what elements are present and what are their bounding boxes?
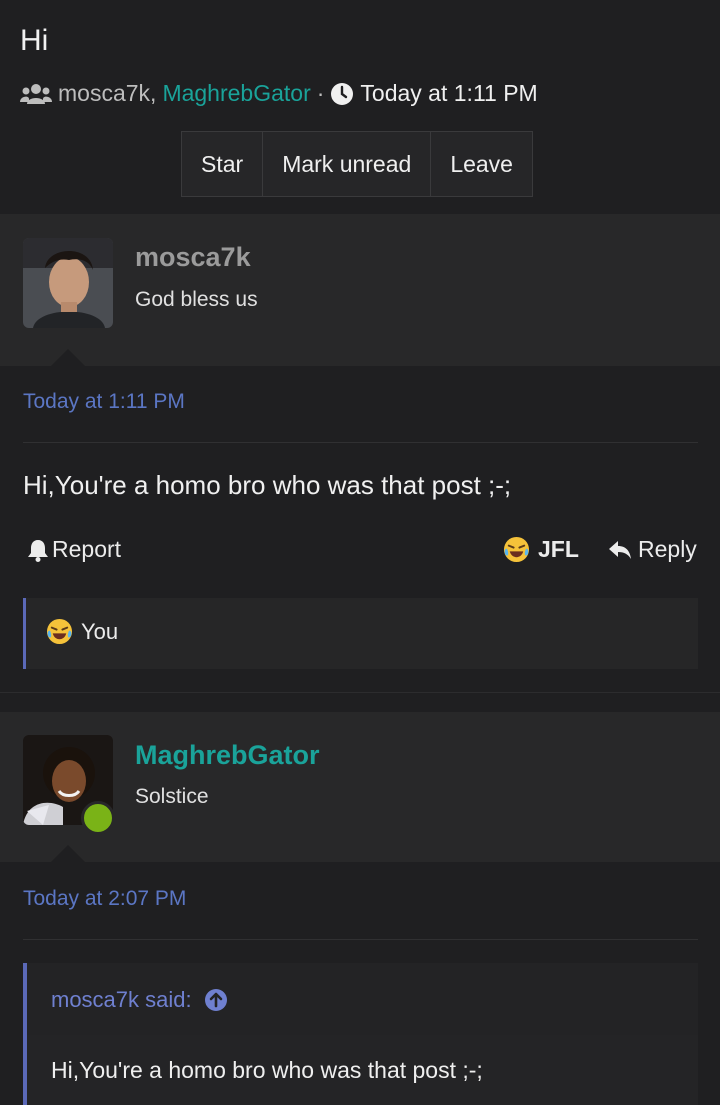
react-button[interactable]: JFL (503, 536, 579, 563)
star-button[interactable]: Star (182, 132, 264, 196)
reactions-text: You (81, 618, 119, 644)
reply-icon (609, 540, 631, 559)
message-user-header: mosca7k God bless us (0, 214, 720, 366)
quote-body: Hi,You're a homo bro who was that post ;… (51, 1057, 483, 1083)
message-divider (23, 442, 698, 443)
participant-mosca7k[interactable]: mosca7k, (58, 80, 156, 107)
bell-icon (28, 539, 48, 562)
reply-button[interactable]: Reply (608, 536, 697, 563)
user-arrow (51, 349, 85, 366)
users-icon (20, 83, 52, 104)
username[interactable]: MaghrebGator (135, 740, 320, 771)
meta-separator: · (316, 80, 325, 106)
participant-maghrebgator[interactable]: MaghrebGator (162, 80, 310, 107)
mark-unread-button[interactable]: Mark unread (263, 132, 432, 196)
clock-icon (331, 82, 354, 105)
thread-header: Hi mosca7k, MaghrebGator · Today at 1:11… (0, 0, 720, 214)
reactions-bar[interactable]: You (23, 598, 698, 669)
arrow-up-circle-icon (204, 989, 227, 1011)
message-user-header: MaghrebGator Solstice (0, 712, 720, 862)
laughing-crying-emoji-icon (46, 618, 73, 645)
thread-button-group: Star Mark unread Leave (181, 131, 533, 197)
thread-timestamp[interactable]: Today at 1:11 PM (360, 80, 537, 107)
reply-label: Reply (638, 536, 697, 562)
message-actions: Report JFL Reply (23, 536, 698, 566)
message-separator (0, 692, 720, 693)
quote-block: mosca7k said: Hi,You're a homo bro who w… (23, 963, 698, 1105)
message-body: Hi,You're a homo bro who was that post ;… (23, 470, 512, 500)
report-button[interactable]: Report (27, 536, 121, 563)
leave-button[interactable]: Leave (431, 132, 532, 196)
quote-author: mosca7k said: (51, 987, 192, 1012)
message-time[interactable]: Today at 1:11 PM (23, 390, 185, 414)
report-label: Report (52, 536, 122, 562)
message-time[interactable]: Today at 2:07 PM (23, 887, 186, 911)
thread-meta: mosca7k, MaghrebGator · Today at 1:11 PM (20, 80, 538, 107)
avatar[interactable] (23, 238, 113, 328)
thread-title: Hi (20, 24, 49, 57)
message-divider (23, 939, 698, 940)
reaction-label: JFL (538, 536, 579, 562)
user-title: Solstice (135, 785, 209, 808)
online-indicator (81, 801, 115, 835)
username[interactable]: mosca7k (135, 242, 251, 273)
laughing-crying-emoji-icon (503, 536, 530, 563)
user-arrow (51, 845, 85, 862)
user-title: God bless us (135, 288, 258, 311)
quote-author-link[interactable]: mosca7k said: (51, 987, 228, 1013)
